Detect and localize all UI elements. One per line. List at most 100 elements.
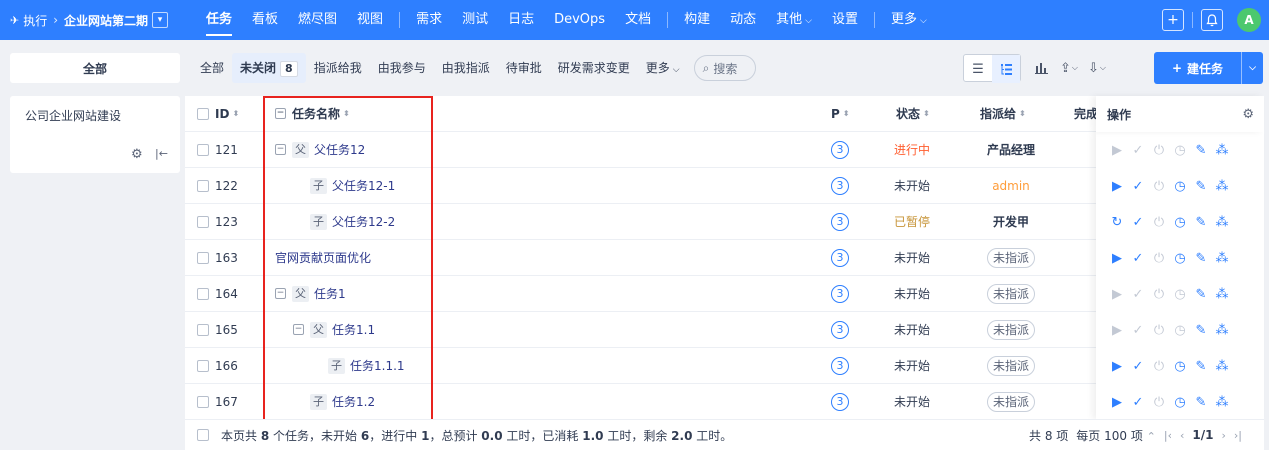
- nav-log[interactable]: 日志: [498, 0, 544, 40]
- row-checkbox[interactable]: [197, 179, 209, 192]
- row-checkbox[interactable]: [197, 395, 209, 408]
- close-icon[interactable]: ⏻: [1151, 178, 1167, 194]
- bell-icon[interactable]: [1201, 9, 1223, 31]
- record-effort-icon[interactable]: ◷: [1172, 358, 1188, 374]
- project-switch-dropdown-icon[interactable]: ▾: [152, 12, 169, 28]
- close-icon[interactable]: ⏻: [1151, 394, 1167, 410]
- header-assign[interactable]: 指派给 ⬍: [980, 105, 1026, 122]
- per-page-select[interactable]: 每页 100 项 ⌃: [1076, 427, 1156, 444]
- gear-icon[interactable]: ⚙: [131, 147, 143, 162]
- batch-create-icon[interactable]: ⁂: [1214, 178, 1230, 194]
- header-name[interactable]: − 任务名称 ⬍: [275, 105, 350, 122]
- nav-burndown[interactable]: 燃尽图: [288, 0, 347, 40]
- assign-to[interactable]: 未指派: [986, 247, 1035, 268]
- collapse-row-icon[interactable]: −: [275, 144, 286, 155]
- assign-to[interactable]: admin: [992, 179, 1030, 193]
- nav-test[interactable]: 测试: [452, 0, 498, 40]
- start-icon[interactable]: ▶: [1109, 394, 1125, 410]
- row-checkbox[interactable]: [197, 251, 209, 264]
- header-status[interactable]: 状态 ⬍: [896, 105, 930, 122]
- start-icon[interactable]: ▶: [1109, 322, 1125, 338]
- nav-stories[interactable]: 需求: [406, 0, 452, 40]
- row-checkbox[interactable]: [197, 287, 209, 300]
- close-icon[interactable]: ⏻: [1151, 250, 1167, 266]
- gear-icon[interactable]: ⚙: [1242, 107, 1254, 122]
- record-effort-icon[interactable]: ◷: [1172, 178, 1188, 194]
- edit-icon[interactable]: ✎: [1193, 178, 1209, 194]
- export-icon[interactable]: ⇪ ⌵: [1055, 54, 1083, 82]
- start-icon[interactable]: ▶: [1109, 142, 1125, 158]
- nav-build[interactable]: 构建: [674, 0, 720, 40]
- start-icon[interactable]: ▶: [1109, 286, 1125, 302]
- assign-to[interactable]: 未指派: [986, 283, 1035, 304]
- import-icon[interactable]: ⇩ ⌵: [1083, 54, 1111, 82]
- chevron-down-icon[interactable]: ⌵: [1241, 52, 1263, 84]
- first-page-icon[interactable]: |‹: [1164, 429, 1172, 442]
- batch-create-icon[interactable]: ⁂: [1214, 250, 1230, 266]
- batch-create-icon[interactable]: ⁂: [1214, 394, 1230, 410]
- edit-icon[interactable]: ✎: [1193, 214, 1209, 230]
- batch-create-icon[interactable]: ⁂: [1214, 214, 1230, 230]
- nav-view[interactable]: 视图: [347, 0, 393, 40]
- last-page-icon[interactable]: ›|: [1234, 429, 1242, 442]
- tab-involved[interactable]: 由我参与: [370, 53, 434, 83]
- close-icon[interactable]: ⏻: [1151, 214, 1167, 230]
- edit-icon[interactable]: ✎: [1193, 250, 1209, 266]
- task-name-link[interactable]: 任务1.1.1: [350, 357, 405, 374]
- breadcrumb-project[interactable]: 企业网站第二期: [64, 12, 148, 29]
- tab-assigned-to-me[interactable]: 指派给我: [306, 53, 370, 83]
- close-icon[interactable]: ⏻: [1151, 142, 1167, 158]
- assign-to[interactable]: 未指派: [986, 391, 1035, 412]
- batch-create-icon[interactable]: ⁂: [1214, 286, 1230, 302]
- start-icon[interactable]: ▶: [1109, 178, 1125, 194]
- tab-more[interactable]: 更多 ⌵: [638, 53, 688, 83]
- task-name-link[interactable]: 父任务12-2: [332, 213, 395, 230]
- plus-icon[interactable]: +: [1162, 9, 1184, 31]
- report-chart-icon[interactable]: [1027, 54, 1055, 82]
- sidebar-project-name[interactable]: 公司企业网站建设: [25, 107, 121, 124]
- tab-all[interactable]: 全部: [192, 53, 232, 83]
- tab-pending-review[interactable]: 待审批: [498, 53, 550, 83]
- assign-to[interactable]: 未指派: [986, 355, 1035, 376]
- nav-other[interactable]: 其他 ⌵: [766, 0, 822, 40]
- tab-assigned-by-me[interactable]: 由我指派: [434, 53, 498, 83]
- collapse-row-icon[interactable]: −: [293, 324, 304, 335]
- finish-icon[interactable]: ✓: [1130, 322, 1146, 338]
- assign-to[interactable]: 开发甲: [993, 215, 1029, 229]
- close-icon[interactable]: ⏻: [1151, 286, 1167, 302]
- task-name-link[interactable]: 任务1.1: [332, 321, 375, 338]
- collapse-row-icon[interactable]: −: [275, 288, 286, 299]
- task-name-link[interactable]: 父任务12-1: [332, 177, 395, 194]
- finish-icon[interactable]: ✓: [1130, 394, 1146, 410]
- task-name-link[interactable]: 官网贡献页面优化: [275, 249, 371, 266]
- assign-to[interactable]: 未指派: [986, 319, 1035, 340]
- row-checkbox[interactable]: [197, 323, 209, 336]
- edit-icon[interactable]: ✎: [1193, 358, 1209, 374]
- header-done[interactable]: 完成: [1074, 105, 1098, 122]
- finish-icon[interactable]: ✓: [1130, 142, 1146, 158]
- record-effort-icon[interactable]: ◷: [1172, 142, 1188, 158]
- record-effort-icon[interactable]: ◷: [1172, 322, 1188, 338]
- close-icon[interactable]: ⏻: [1151, 322, 1167, 338]
- select-all-checkbox[interactable]: [197, 107, 209, 120]
- record-effort-icon[interactable]: ◷: [1172, 250, 1188, 266]
- nav-docs[interactable]: 文档: [615, 0, 661, 40]
- finish-icon[interactable]: ✓: [1130, 286, 1146, 302]
- nav-devops[interactable]: DevOps: [544, 0, 615, 40]
- tab-story-change[interactable]: 研发需求变更: [550, 53, 638, 83]
- header-id[interactable]: ID ⬍: [197, 107, 239, 121]
- edit-icon[interactable]: ✎: [1193, 322, 1209, 338]
- batch-create-icon[interactable]: ⁂: [1214, 322, 1230, 338]
- user-avatar[interactable]: A: [1237, 8, 1261, 32]
- record-effort-icon[interactable]: ◷: [1172, 214, 1188, 230]
- start-icon[interactable]: ▶: [1109, 358, 1125, 374]
- batch-create-icon[interactable]: ⁂: [1214, 142, 1230, 158]
- finish-icon[interactable]: ✓: [1130, 214, 1146, 230]
- next-page-icon[interactable]: ›: [1221, 429, 1225, 442]
- nav-tasks[interactable]: 任务: [196, 0, 242, 40]
- edit-icon[interactable]: ✎: [1193, 286, 1209, 302]
- restart-icon[interactable]: ↻: [1109, 214, 1125, 230]
- batch-create-icon[interactable]: ⁂: [1214, 358, 1230, 374]
- prev-page-icon[interactable]: ‹: [1180, 429, 1184, 442]
- module-all-button[interactable]: 全部: [10, 53, 180, 83]
